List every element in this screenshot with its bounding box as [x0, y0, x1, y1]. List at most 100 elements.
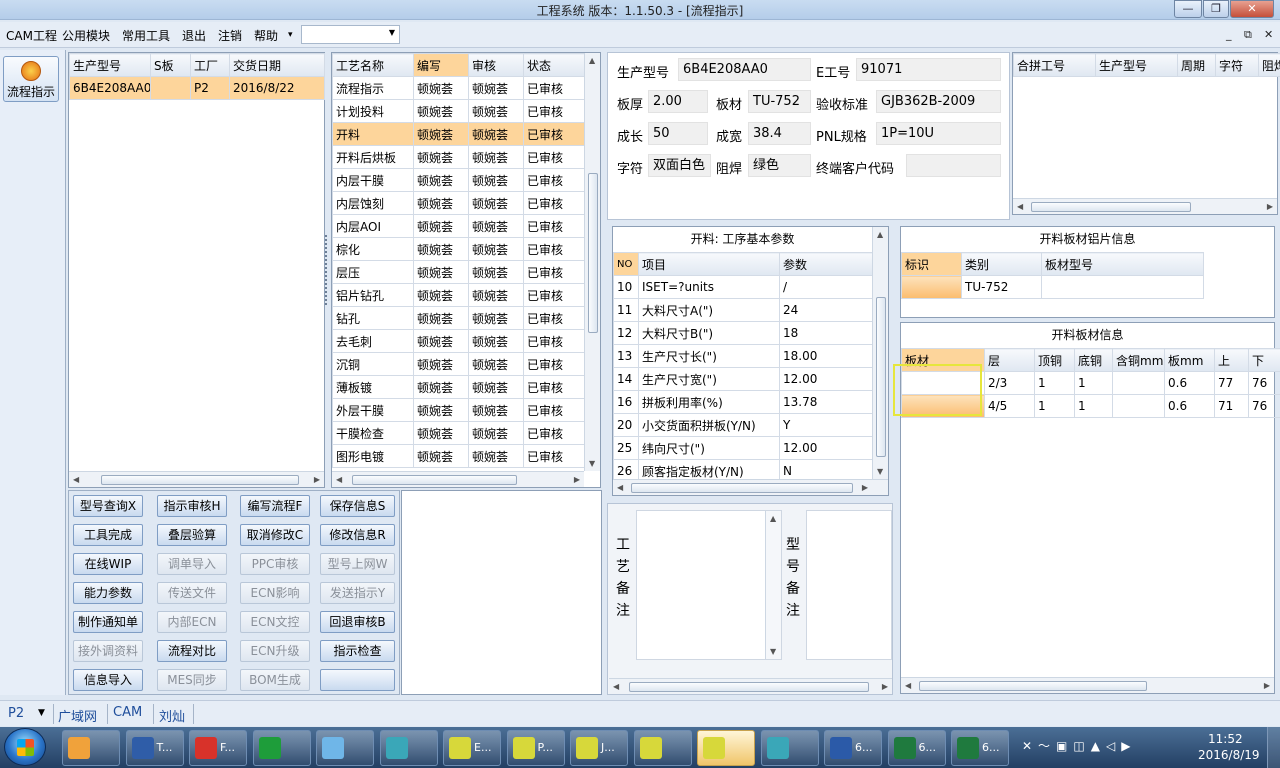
scrollbar-thumb[interactable] [876, 297, 886, 457]
length-field[interactable]: 50 [648, 122, 708, 145]
menu-help[interactable]: 帮助 [254, 27, 278, 44]
start-button[interactable] [4, 728, 46, 766]
table-row[interactable]: 图形电镀 顿婉荟 顿婉荟 已审核 [332, 444, 585, 468]
table-row[interactable]: 12 大料尺寸B(") 18 [613, 321, 873, 345]
scrollbar-thumb[interactable] [631, 483, 853, 493]
table-row[interactable]: 外层干膜 顿婉荟 顿婉荟 已审核 [332, 398, 585, 422]
action-button[interactable]: 修改信息R [320, 524, 395, 546]
taskbar-app[interactable] [697, 730, 755, 766]
table-row[interactable]: 20 小交货面积拼板(Y/N) Y [613, 413, 873, 437]
action-button[interactable]: 发送指示Y [320, 582, 395, 604]
action-button[interactable]: 传送文件 [157, 582, 227, 604]
action-button[interactable]: 指示审核H [157, 495, 227, 517]
vertical-scrollbar[interactable]: ▲ ▼ [765, 511, 781, 659]
action-button[interactable]: 调单导入 [157, 553, 227, 575]
column-header[interactable]: 编写 [413, 53, 469, 77]
horizontal-scrollbar[interactable]: ◀ ▶ [1013, 198, 1277, 214]
menu-exit[interactable]: 退出 [182, 27, 206, 44]
table-row[interactable]: 10 ISET=?units / [613, 275, 873, 299]
taskbar-app[interactable]: T... [125, 730, 184, 766]
column-header[interactable]: 审核 [468, 53, 524, 77]
table-row[interactable]: 开料 顿婉荟 顿婉荟 已审核 [332, 122, 585, 146]
table-row[interactable]: 钻孔 顿婉荟 顿婉荟 已审核 [332, 306, 585, 330]
flow-instruction-button[interactable]: 流程指示 [3, 56, 59, 102]
horizontal-scrollbar[interactable]: ◀ ▶ [69, 471, 324, 487]
column-header[interactable]: 板mm [1164, 348, 1215, 372]
action-button[interactable]: 内部ECN [157, 611, 227, 633]
column-header[interactable]: 标识 [901, 252, 962, 276]
taskbar-app[interactable]: F... [189, 730, 247, 766]
vertical-scrollbar[interactable]: ▲ ▼ [872, 227, 888, 479]
top-combobox[interactable]: ▼ [301, 25, 400, 44]
splitter-handle[interactable] [325, 235, 329, 305]
column-header[interactable]: 工厂 [190, 53, 230, 77]
action-button[interactable]: 编写流程F [240, 495, 310, 517]
table-row[interactable]: 计划投料 顿婉荟 顿婉荟 已审核 [332, 99, 585, 123]
column-header[interactable]: 底铜 [1074, 348, 1113, 372]
action-button[interactable]: 型号查询X [73, 495, 143, 517]
column-header[interactable]: 含铜mm [1112, 348, 1165, 372]
table-row[interactable]: 内层干膜 顿婉荟 顿婉荟 已审核 [332, 168, 585, 192]
table-row[interactable]: 干膜检查 顿婉荟 顿婉荟 已审核 [332, 421, 585, 445]
column-header[interactable]: 类别 [961, 252, 1042, 276]
action-button[interactable]: ECN影响 [240, 582, 310, 604]
column-header[interactable]: 生产型号 [69, 53, 151, 77]
close-button[interactable]: ✕ [1230, 0, 1274, 18]
action-button[interactable]: 流程对比 [157, 640, 227, 662]
action-button[interactable]: 接外调资料 [73, 640, 143, 662]
mdi-close-button[interactable]: ✕ [1264, 28, 1273, 41]
column-header[interactable]: 交货日期 [229, 53, 325, 77]
material-field[interactable]: TU-752 [748, 90, 811, 113]
legend-field[interactable]: 双面白色 [648, 154, 711, 177]
customer-code-field[interactable] [906, 154, 1001, 177]
status-factory[interactable]: P2 [8, 706, 24, 721]
column-header[interactable]: 板材型号 [1041, 252, 1204, 276]
column-header[interactable]: 合拼工号 [1013, 53, 1096, 77]
scrollbar-thumb[interactable] [919, 681, 1147, 691]
table-row[interactable]: 薄板镀 顿婉荟 顿婉荟 已审核 [332, 375, 585, 399]
taskbar-app[interactable]: 6... [887, 730, 946, 766]
table-row[interactable]: 开料后烘板 顿婉荟 顿婉荟 已审核 [332, 145, 585, 169]
action-button[interactable]: 在线WIP [73, 553, 143, 575]
pnl-field[interactable]: 1P=10U [876, 122, 1001, 145]
action-button[interactable]: 型号上网W [320, 553, 395, 575]
scrollbar-thumb[interactable] [352, 475, 517, 485]
table-row[interactable]: 沉铜 顿婉荟 顿婉荟 已审核 [332, 352, 585, 376]
model-notes-field[interactable] [806, 510, 892, 660]
mdi-restore-button[interactable]: ⧉ [1244, 28, 1252, 42]
action-button[interactable] [320, 669, 395, 691]
show-desktop-button[interactable] [1267, 727, 1280, 768]
column-header[interactable]: 顶铜 [1034, 348, 1075, 372]
thickness-field[interactable]: 2.00 [648, 90, 708, 113]
menu-common-tools[interactable]: 常用工具 [122, 27, 170, 44]
taskbar-app[interactable] [252, 730, 311, 766]
scrollbar-thumb[interactable] [588, 173, 598, 333]
horizontal-scrollbar[interactable]: ◀ ▶ [332, 471, 584, 487]
taskbar-app[interactable]: E... [443, 730, 501, 766]
table-row[interactable]: 内层AOI 顿婉荟 顿婉荟 已审核 [332, 214, 585, 238]
vertical-scrollbar[interactable]: ▲ ▼ [584, 53, 600, 471]
taskbar-app[interactable]: P... [506, 730, 565, 766]
table-row[interactable]: 棕化 顿婉荟 顿婉荟 已审核 [332, 237, 585, 261]
taskbar-app[interactable] [62, 730, 120, 766]
action-button[interactable]: 能力参数 [73, 582, 143, 604]
table-row[interactable]: 16 拼板利用率(%) 13.78 [613, 390, 873, 414]
action-button[interactable]: 信息导入 [73, 669, 143, 691]
table-row[interactable]: 11 大料尺寸A(") 24 [613, 298, 873, 322]
action-button[interactable]: MES同步 [157, 669, 227, 691]
column-header[interactable]: 项目 [638, 252, 780, 276]
table-row[interactable]: 14 生产尺寸宽(") 12.00 [613, 367, 873, 391]
action-button[interactable]: 制作通知单 [73, 611, 143, 633]
column-header[interactable]: S板 [150, 53, 191, 77]
taskbar-app[interactable] [633, 730, 692, 766]
table-row[interactable]: 内层蚀刻 顿婉荟 顿婉荟 已审核 [332, 191, 585, 215]
table-row[interactable]: 流程指示 顿婉荟 顿婉荟 已审核 [332, 76, 585, 100]
horizontal-scrollbar[interactable]: ◀ ▶ [609, 678, 892, 694]
action-button[interactable]: PPC审核 [240, 553, 310, 575]
scrollbar-thumb[interactable] [101, 475, 299, 485]
maximize-button[interactable]: ❐ [1203, 0, 1229, 18]
model-field[interactable]: 6B4E208AA0 [678, 58, 811, 81]
scrollbar-thumb[interactable] [1031, 202, 1191, 212]
column-header[interactable]: 下 [1248, 348, 1280, 372]
menu-common-modules[interactable]: 公用模块 [62, 27, 110, 44]
